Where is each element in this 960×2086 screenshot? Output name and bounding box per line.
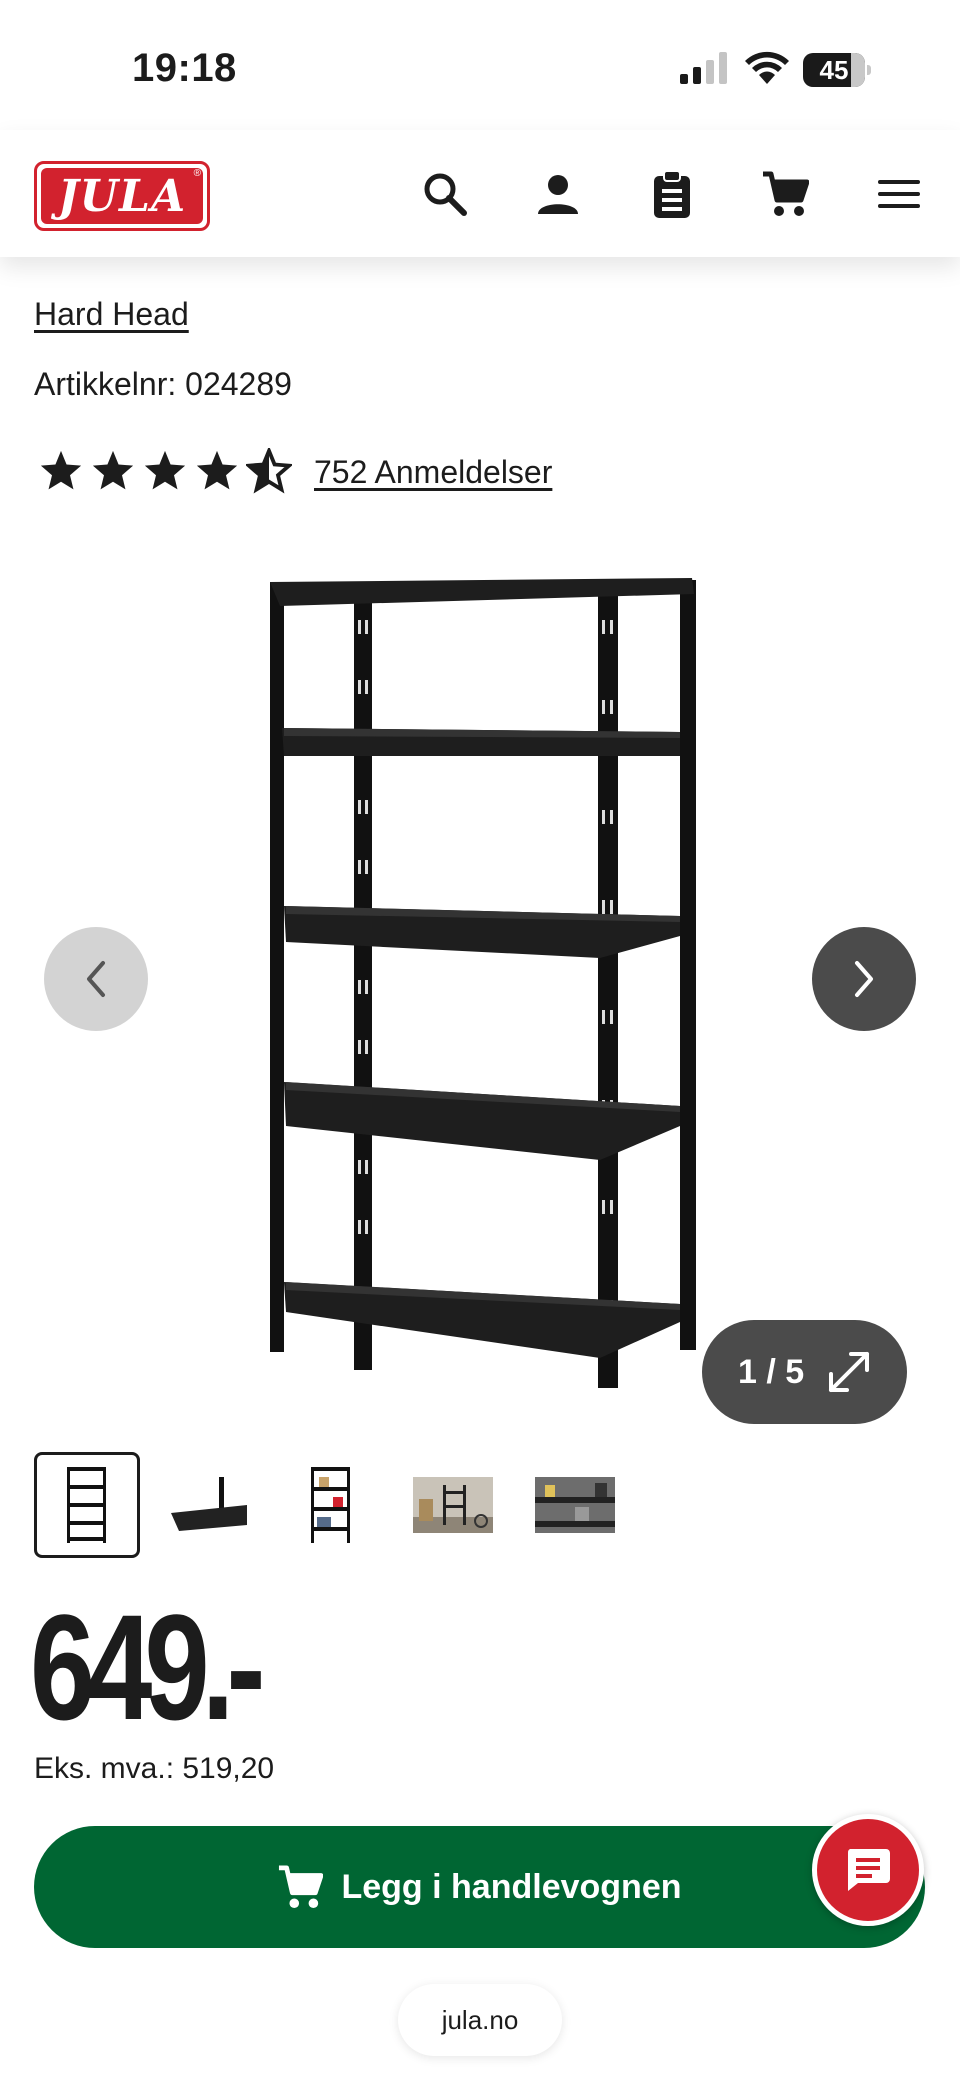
expand-icon bbox=[829, 1352, 869, 1392]
price-ex-vat: Eks. mva.: 519,20 bbox=[34, 1752, 275, 1785]
image-counter-fullscreen-button[interactable]: 1 / 5 bbox=[702, 1320, 907, 1424]
carousel-prev-button[interactable] bbox=[44, 927, 148, 1031]
image-counter: 1 / 5 bbox=[738, 1352, 805, 1391]
add-to-cart-button[interactable]: Legg i handlevognen bbox=[34, 1826, 925, 1948]
thumbnail-5[interactable] bbox=[522, 1452, 628, 1558]
chevron-right-icon bbox=[855, 961, 873, 997]
shopping-list-icon[interactable] bbox=[644, 166, 700, 222]
status-time: 19:18 bbox=[132, 46, 237, 90]
cart-icon[interactable] bbox=[757, 166, 813, 222]
article-number: Artikkelnr: 024289 bbox=[34, 366, 292, 402]
chat-icon bbox=[847, 1849, 890, 1891]
add-to-cart-label: Legg i handlevognen bbox=[341, 1867, 682, 1906]
star-full-icon bbox=[144, 450, 186, 490]
logo-text: JULA bbox=[57, 170, 187, 222]
cart-icon bbox=[279, 1865, 324, 1909]
wifi-icon bbox=[745, 51, 789, 84]
thumbnail-1[interactable] bbox=[34, 1452, 140, 1558]
thumbnail-3[interactable] bbox=[278, 1452, 384, 1558]
search-icon[interactable] bbox=[417, 166, 473, 222]
battery-icon: 45 bbox=[803, 53, 871, 87]
jula-logo[interactable]: JULA ® bbox=[34, 161, 210, 231]
battery-level: 45 bbox=[819, 55, 849, 85]
menu-icon[interactable] bbox=[871, 166, 927, 222]
product-price: 649.- bbox=[30, 1583, 265, 1751]
star-half-icon bbox=[246, 448, 292, 494]
site-header: JULA ® bbox=[0, 130, 960, 257]
star-full-icon bbox=[196, 450, 238, 490]
account-icon[interactable] bbox=[530, 166, 586, 222]
rating-stars bbox=[38, 448, 292, 496]
carousel-next-button[interactable] bbox=[812, 927, 916, 1031]
reviews-link[interactable]: 752 Anmeldelser bbox=[314, 454, 552, 491]
status-bar: 19:18 45 bbox=[0, 0, 960, 130]
thumbnail-4[interactable] bbox=[400, 1452, 506, 1558]
star-full-icon bbox=[40, 450, 82, 490]
cellular-signal-icon bbox=[680, 52, 727, 84]
star-full-icon bbox=[92, 450, 134, 490]
product-image-shelving[interactable] bbox=[240, 560, 720, 1400]
brand-link[interactable]: Hard Head bbox=[34, 296, 189, 333]
browser-url-bar[interactable]: jula.no bbox=[398, 1984, 562, 2056]
chevron-left-icon bbox=[87, 961, 105, 997]
thumbnail-2[interactable] bbox=[156, 1452, 262, 1558]
chat-button[interactable] bbox=[812, 1814, 924, 1926]
